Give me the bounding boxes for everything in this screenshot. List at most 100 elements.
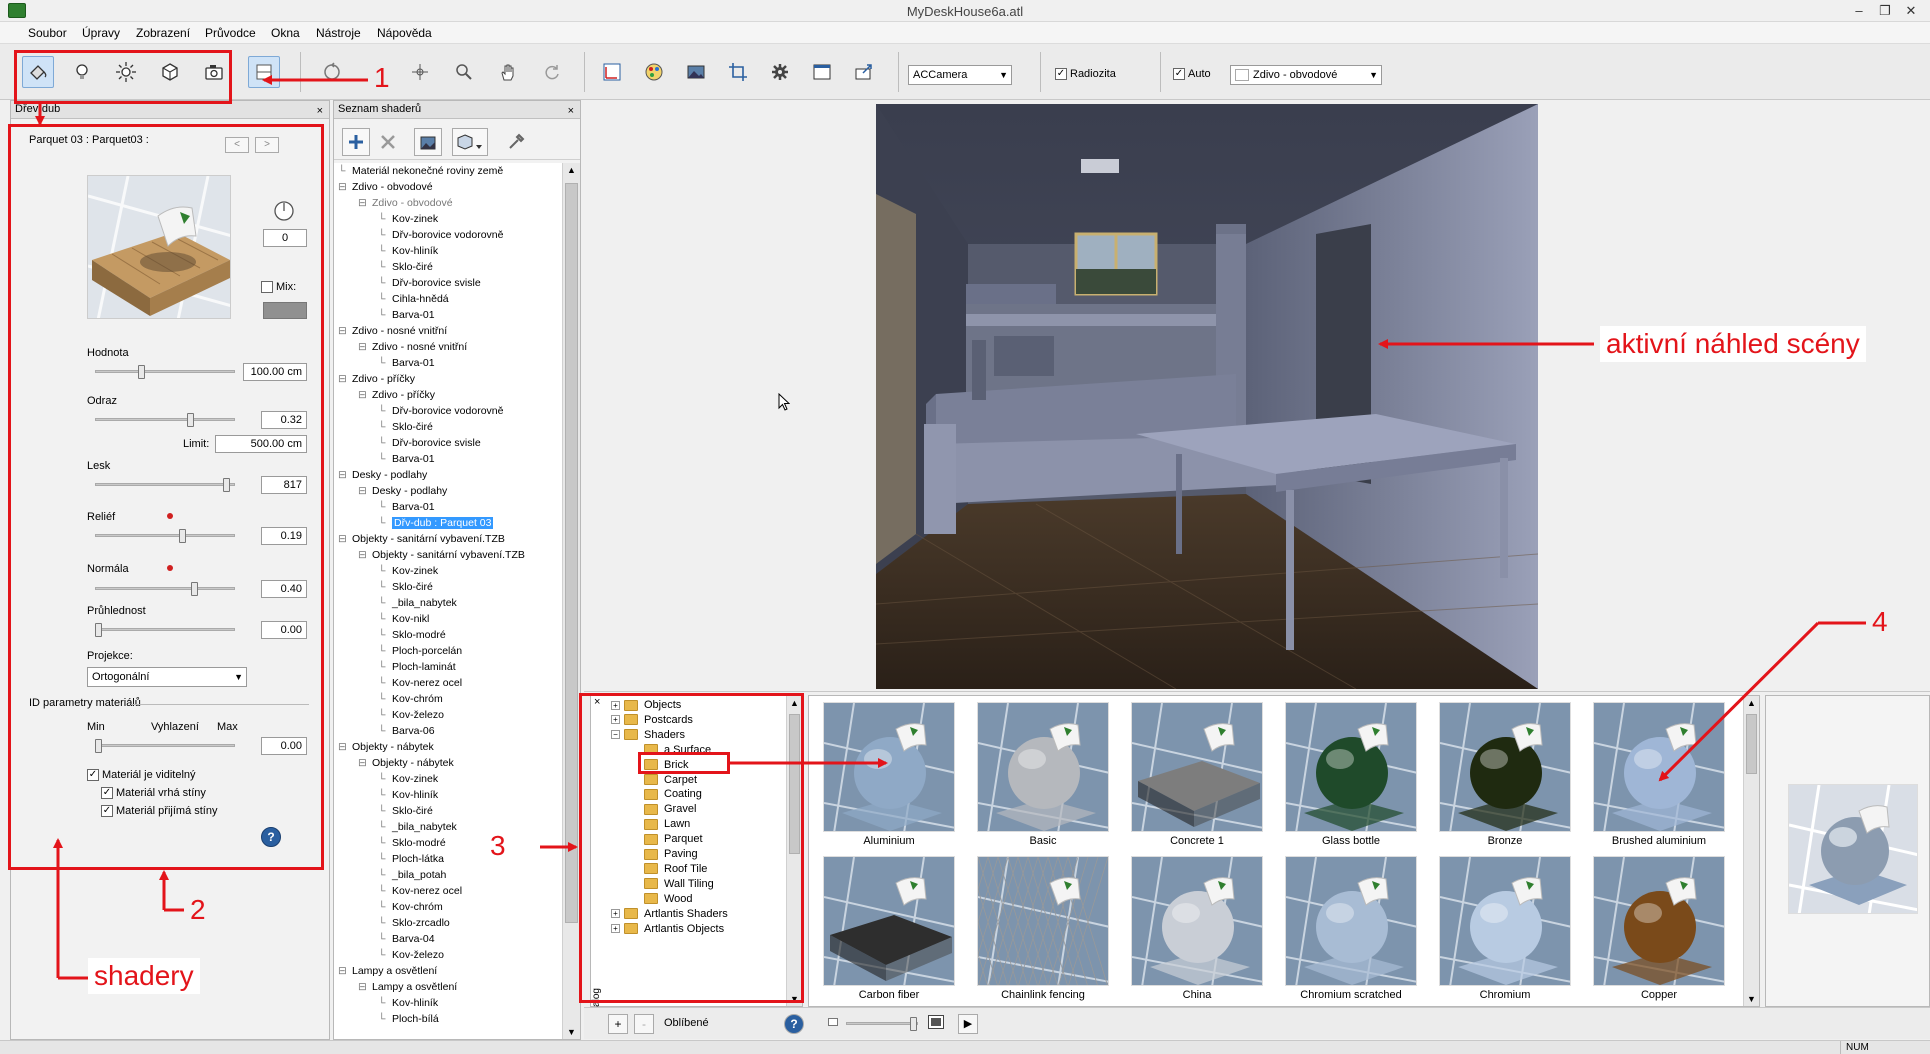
visible-checkbox[interactable]: ✓ Materiál je viditelný bbox=[87, 769, 196, 782]
prev-material-button[interactable]: < bbox=[225, 137, 249, 153]
scroll-thumb[interactable] bbox=[565, 183, 578, 923]
shader-tree-item[interactable]: └ Sklo-modré bbox=[378, 835, 446, 851]
pruhlednost-slider-thumb[interactable] bbox=[95, 623, 102, 637]
catalog-help-button[interactable]: ? bbox=[784, 1014, 804, 1034]
thumbnail-size-slider-thumb[interactable] bbox=[910, 1017, 917, 1031]
vyhlazeni-input[interactable]: 0.00 bbox=[261, 737, 307, 755]
shader-tree-item[interactable]: └ Sklo-čiré bbox=[378, 419, 433, 435]
shader-tree-item[interactable]: └ Kov-nerez ocel bbox=[378, 675, 462, 691]
scroll-up-icon[interactable]: ▲ bbox=[790, 698, 799, 708]
minimize-icon[interactable]: – bbox=[1848, 2, 1870, 19]
relief-map-indicator-icon[interactable] bbox=[167, 513, 173, 519]
hodnota-input[interactable]: 100.00 cm bbox=[243, 363, 307, 381]
scroll-down-icon[interactable]: ▼ bbox=[567, 1027, 576, 1037]
shader-thumbnail[interactable]: Basic bbox=[977, 702, 1109, 852]
relief-slider-thumb[interactable] bbox=[179, 529, 186, 543]
casts-shadows-checkbox[interactable]: ✓ Materiál vrhá stíny bbox=[101, 787, 206, 800]
menu-upravy[interactable]: Úpravy bbox=[82, 26, 120, 40]
shader-tree-item[interactable]: └ Kov-chróm bbox=[378, 691, 443, 707]
tree-collapse-icon[interactable]: ⊟ bbox=[338, 323, 352, 339]
shader-tree-item[interactable]: └ Sklo-modré bbox=[378, 627, 446, 643]
shader-tree-item[interactable]: ⊟ Zdivo - nosné vnitřní bbox=[358, 339, 467, 355]
camera-tool-button[interactable] bbox=[198, 56, 230, 88]
catalog-tree-item[interactable]: Gravel bbox=[631, 802, 696, 817]
receives-shadows-checkbox[interactable]: ✓ Materiál přijímá stíny bbox=[101, 805, 217, 818]
shader-tree-item[interactable]: ⊟ Objekty - sanitární vybavení.TZB bbox=[338, 531, 505, 547]
catalog-tree-item[interactable]: − Shaders bbox=[611, 728, 685, 743]
shader-tree-item[interactable]: └ _bila_nabytek bbox=[378, 819, 457, 835]
hodnota-slider-track[interactable] bbox=[95, 370, 235, 373]
odraz-slider-thumb[interactable] bbox=[187, 413, 194, 427]
tree-collapse-icon[interactable]: ⊟ bbox=[338, 371, 352, 387]
perspective-button[interactable] bbox=[596, 56, 628, 88]
shader-thumbnail[interactable]: China bbox=[1131, 856, 1263, 1006]
tree-expand-icon[interactable]: + bbox=[611, 924, 620, 934]
mix-color-swatch[interactable] bbox=[263, 302, 307, 319]
tree-collapse-icon[interactable]: ⊟ bbox=[358, 339, 372, 355]
scroll-thumb[interactable] bbox=[1746, 714, 1757, 774]
shader-thumbnail[interactable]: Chromium bbox=[1439, 856, 1571, 1006]
hodnota-slider-thumb[interactable] bbox=[138, 365, 145, 379]
shader-tree-item[interactable]: └ Ploch-laminát bbox=[378, 659, 456, 675]
scroll-up-icon[interactable]: ▲ bbox=[1747, 698, 1756, 708]
shader-tree-item[interactable]: ⊟ Lampy a osvětlení bbox=[338, 963, 437, 979]
shader-tree-item[interactable]: └ _bila_nabytek bbox=[378, 595, 457, 611]
orbit-tool-button[interactable] bbox=[316, 56, 348, 88]
shader-tree-item[interactable]: └ Sklo-zrcadlo bbox=[378, 915, 450, 931]
window-view-button[interactable] bbox=[806, 56, 838, 88]
refresh-tool-button[interactable] bbox=[536, 56, 568, 88]
shader-tree-item[interactable]: └ Materiál nekonečné roviny země bbox=[338, 163, 503, 179]
catalog-tree-item[interactable]: Parquet bbox=[631, 832, 703, 847]
pick-shader-button[interactable] bbox=[502, 128, 530, 156]
delete-shader-button[interactable] bbox=[374, 128, 402, 156]
tree-collapse-icon[interactable]: ⊟ bbox=[358, 979, 372, 995]
scroll-thumb[interactable] bbox=[789, 714, 800, 854]
shader-tree-item[interactable]: └ Ploch-bílá bbox=[378, 1011, 439, 1027]
tree-collapse-icon[interactable]: ⊟ bbox=[338, 531, 352, 547]
shader-tree-item[interactable]: └ Kov-zinek bbox=[378, 211, 438, 227]
catalog-tree-item[interactable]: a Surface bbox=[631, 743, 711, 758]
shader-tree-item[interactable]: ⊟ Objekty - nábytek bbox=[338, 739, 434, 755]
shader-tree-item[interactable]: └ Kov-zinek bbox=[378, 771, 438, 787]
shader-tree-item[interactable]: └ Cihla-hnědá bbox=[378, 291, 449, 307]
menu-pruvodce[interactable]: Průvodce bbox=[205, 26, 256, 40]
large-thumbnail-icon[interactable] bbox=[928, 1015, 944, 1029]
export-button[interactable] bbox=[848, 56, 880, 88]
shader-tree-item[interactable]: └ Kov-nerez ocel bbox=[378, 883, 462, 899]
catalog-tree-item[interactable]: + Artlantis Objects bbox=[611, 922, 724, 937]
shader-tree-item[interactable]: └ Kov-nikl bbox=[378, 611, 429, 627]
edit-texture-button[interactable] bbox=[414, 128, 442, 156]
odraz-slider-track[interactable] bbox=[95, 418, 235, 421]
catalog-tree-item[interactable]: Wall Tiling bbox=[631, 877, 714, 892]
tree-collapse-icon[interactable]: ⊟ bbox=[338, 739, 352, 755]
projekce-select[interactable]: Ortogonální ▼ bbox=[87, 667, 247, 687]
zoom-tool-button[interactable] bbox=[448, 56, 480, 88]
pan-target-tool-button[interactable] bbox=[404, 56, 436, 88]
normala-slider-thumb[interactable] bbox=[191, 582, 198, 596]
render-palette-button[interactable] bbox=[638, 56, 670, 88]
restore-icon[interactable]: ❐ bbox=[1874, 2, 1896, 19]
shader-thumbnail[interactable]: Glass bottle bbox=[1285, 702, 1417, 852]
catalog-tree-item[interactable]: Carpet bbox=[631, 773, 697, 788]
shader-thumbnail[interactable]: Copper bbox=[1593, 856, 1725, 1006]
scroll-up-icon[interactable]: ▲ bbox=[567, 165, 576, 175]
close-icon[interactable]: × bbox=[317, 103, 323, 120]
shader-tree-item[interactable]: ⊟ Zdivo - obvodové bbox=[358, 195, 453, 211]
tree-collapse-icon[interactable]: ⊟ bbox=[358, 547, 372, 563]
shader-tree-item[interactable]: ⊟ Lampy a osvětlení bbox=[358, 979, 457, 995]
catalog-tree-item[interactable]: + Postcards bbox=[611, 713, 693, 728]
odraz-input[interactable]: 0.32 bbox=[261, 411, 307, 429]
shader-tree-item[interactable]: ⊟ Zdivo - příčky bbox=[358, 387, 435, 403]
tree-expand-icon[interactable]: + bbox=[611, 715, 620, 725]
shader-tree-item[interactable]: └ Kov-chróm bbox=[378, 899, 443, 915]
shader-tree-item[interactable]: └ Dřv-borovice vodorovně bbox=[378, 227, 503, 243]
next-material-button[interactable]: > bbox=[255, 137, 279, 153]
camera-select[interactable]: ACCamera ▼ bbox=[908, 65, 1012, 85]
shader-tree-item[interactable]: ⊟ Zdivo - nosné vnitřní bbox=[338, 323, 447, 339]
shader-tree-item[interactable]: ⊟ Desky - podlahy bbox=[338, 467, 427, 483]
normala-slider-track[interactable] bbox=[95, 587, 235, 590]
shader-tree-item[interactable]: ⊟ Desky - podlahy bbox=[358, 483, 447, 499]
shader-tree-item[interactable]: └ Sklo-čiré bbox=[378, 803, 433, 819]
pruhlednost-input[interactable]: 0.00 bbox=[261, 621, 307, 639]
shaders-tool-button[interactable] bbox=[22, 56, 54, 88]
